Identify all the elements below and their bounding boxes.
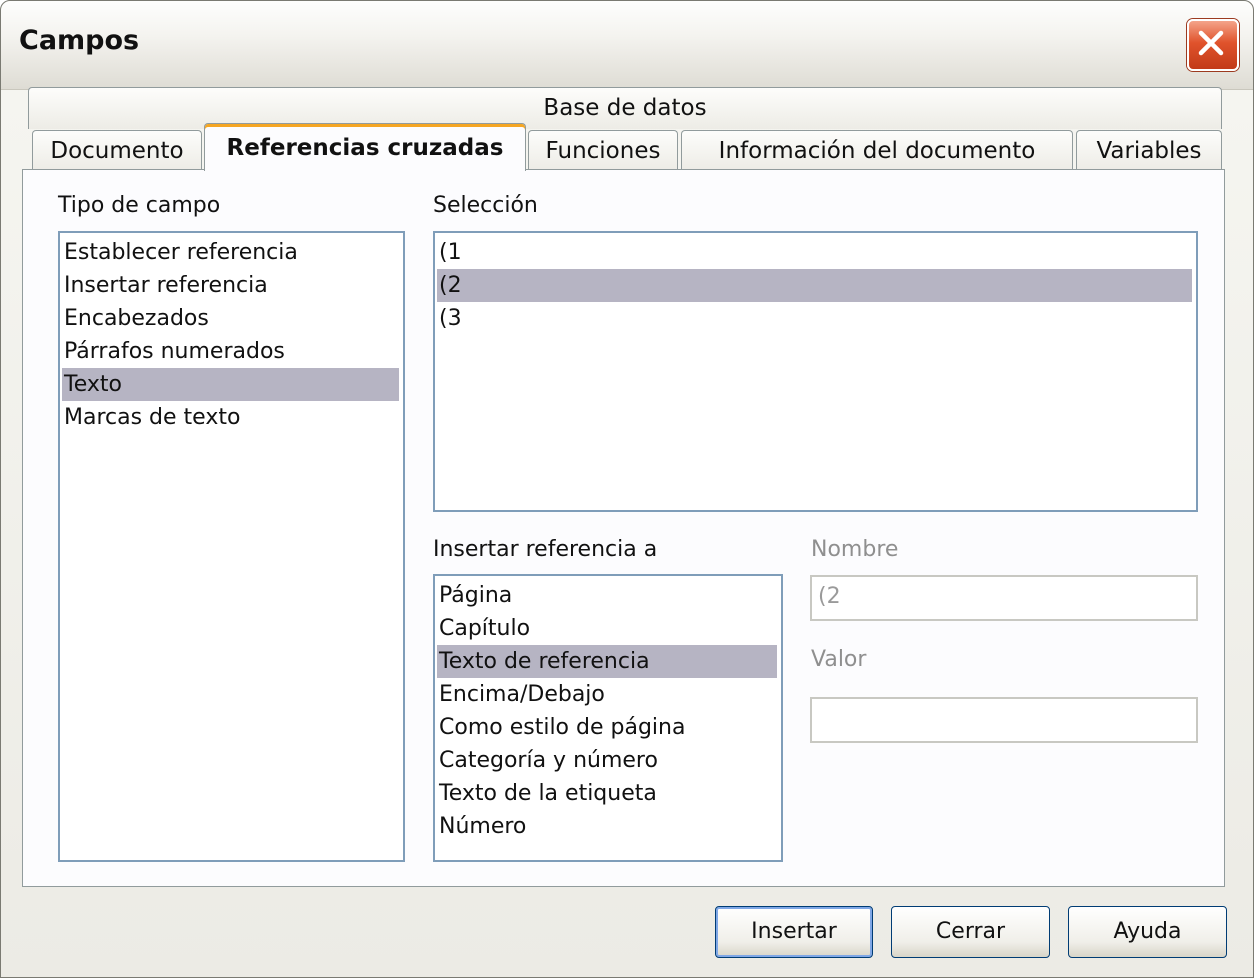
list-item[interactable]: Capítulo (437, 612, 777, 645)
list-item[interactable]: Insertar referencia (62, 269, 399, 302)
list-item[interactable]: Marcas de texto (62, 401, 399, 434)
tab-label: Información del documento (718, 138, 1036, 164)
selection-list[interactable]: (1 (2 (3 (433, 231, 1198, 512)
insert-reference-label: Insertar referencia a (433, 537, 658, 562)
tab-label: Variables (1096, 138, 1202, 164)
name-field[interactable]: (2 (810, 575, 1198, 621)
list-item[interactable]: Como estilo de página (437, 711, 777, 744)
list-item[interactable]: Texto de la etiqueta (437, 777, 777, 810)
tab-label: Funciones (545, 138, 661, 164)
list-item[interactable]: Párrafos numerados (62, 335, 399, 368)
list-item[interactable]: (3 (437, 302, 1192, 335)
list-item[interactable]: Establecer referencia (62, 236, 399, 269)
fields-dialog: Campos Base de datos Documento Referenci… (0, 0, 1254, 978)
list-item[interactable]: Encima/Debajo (437, 678, 777, 711)
window-title: Campos (19, 25, 140, 56)
list-item[interactable]: Categoría y número (437, 744, 777, 777)
selection-label: Selección (433, 193, 538, 218)
close-x-icon (1198, 30, 1224, 56)
close-window-button[interactable] (1187, 19, 1239, 71)
tab-documento[interactable]: Documento (32, 130, 202, 170)
list-item[interactable]: Número (437, 810, 777, 843)
insert-button[interactable]: Insertar (715, 906, 873, 958)
field-type-list[interactable]: Establecer referencia Insertar referencia… (58, 231, 405, 862)
tab-label: Documento (50, 138, 184, 164)
name-label: Nombre (811, 537, 899, 562)
list-item[interactable]: Texto (62, 368, 399, 401)
tab-funciones[interactable]: Funciones (528, 130, 678, 170)
list-item[interactable]: Encabezados (62, 302, 399, 335)
tab-variables[interactable]: Variables (1076, 130, 1222, 170)
tab-referencias-cruzadas[interactable]: Referencias cruzadas (204, 123, 526, 171)
help-button[interactable]: Ayuda (1068, 906, 1227, 958)
tab-informacion-documento[interactable]: Información del documento (681, 130, 1073, 170)
field-type-label: Tipo de campo (58, 193, 221, 218)
list-item[interactable]: Texto de referencia (437, 645, 777, 678)
title-bar: Campos (1, 1, 1253, 90)
list-item[interactable]: (1 (437, 236, 1192, 269)
tab-label: Base de datos (543, 95, 707, 121)
tab-label: Referencias cruzadas (226, 135, 504, 161)
list-item[interactable]: Página (437, 579, 777, 612)
value-field[interactable] (810, 697, 1198, 743)
close-button[interactable]: Cerrar (891, 906, 1050, 958)
value-label: Valor (811, 647, 867, 672)
list-item[interactable]: (2 (437, 269, 1192, 302)
insert-reference-list[interactable]: Página Capítulo Texto de referencia Encima/… (433, 574, 783, 862)
